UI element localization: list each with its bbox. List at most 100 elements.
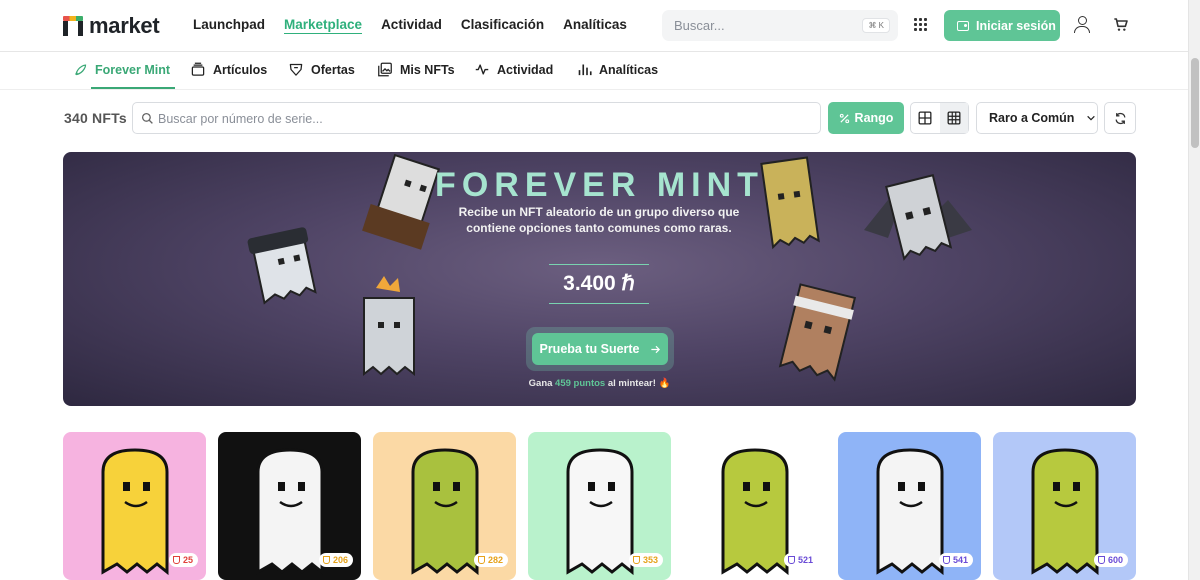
rank-badge: 600: [1093, 553, 1128, 567]
grid-3x3-icon: [947, 111, 961, 125]
forever-mint-banner: FOREVER MINT Recibe un NFT aleatorio de …: [63, 152, 1136, 406]
search-icon: [141, 112, 153, 124]
nav-clasificacion[interactable]: Clasificación: [461, 17, 544, 34]
activity-pulse-icon: [475, 64, 489, 75]
rank-value: 353: [642, 555, 658, 565]
earn-suffix: al mintear! 🔥: [607, 378, 671, 389]
rank-badge: 521: [783, 553, 818, 567]
earn-points: 459 puntos: [555, 378, 606, 389]
main-nav: Launchpad Marketplace Actividad Clasific…: [193, 17, 627, 34]
rank-badge: 353: [628, 553, 663, 567]
view-toggle: [910, 102, 969, 134]
tab-articulos-label: Artículos: [213, 62, 268, 77]
headband-ghost-illustration: [778, 283, 857, 382]
range-filter-button[interactable]: Rango: [828, 102, 904, 134]
items-stack-icon: [191, 62, 205, 76]
active-tab-underline: [91, 87, 175, 89]
grid-2x2-icon: [918, 111, 932, 125]
trophy-icon: [322, 556, 330, 564]
rank-value: 541: [952, 555, 968, 565]
serial-search-placeholder: Buscar por número de serie...: [158, 112, 323, 126]
user-icon[interactable]: [1074, 16, 1090, 34]
rank-value: 206: [332, 555, 348, 565]
cart-icon[interactable]: [1113, 17, 1129, 33]
top-navigation-bar: market Launchpad Marketplace Actividad C…: [0, 0, 1188, 52]
scrollbar-thumb[interactable]: [1191, 58, 1199, 148]
bar-chart-icon: [578, 64, 592, 76]
nft-card[interactable]: 521: [683, 432, 826, 580]
login-button[interactable]: Iniciar sesión: [944, 10, 1060, 41]
tab-analiticas[interactable]: Analíticas: [577, 62, 658, 77]
trophy-icon: [942, 556, 950, 564]
rank-value: 521: [797, 555, 813, 565]
rank-badge: 206: [318, 553, 353, 567]
nav-launchpad[interactable]: Launchpad: [193, 17, 265, 34]
image-gallery-icon: [378, 62, 392, 77]
wallet-icon: [957, 20, 969, 31]
logo-mark-icon: [63, 16, 83, 36]
apps-grid-icon[interactable]: [914, 18, 928, 32]
mint-price: 3.400 ℏ: [549, 264, 649, 304]
sort-select-value: Raro a Común: [989, 111, 1075, 125]
market-logo[interactable]: market: [63, 13, 160, 39]
global-search-input[interactable]: Buscar... ⌘ K: [662, 10, 898, 41]
tab-analiticas-label: Analíticas: [599, 62, 659, 77]
chevron-down-icon: [1087, 115, 1096, 121]
brand-name: market: [89, 13, 160, 38]
earn-points-note: Gana 459 puntos al mintear! 🔥: [63, 378, 1136, 389]
tab-mis-nfts[interactable]: Mis NFTs: [377, 62, 455, 77]
rank-badge: 541: [938, 553, 973, 567]
arrow-right-icon: [650, 345, 660, 353]
nft-card[interactable]: 206: [218, 432, 361, 580]
tab-actividad-label: Actividad: [497, 62, 554, 77]
nft-card[interactable]: 353: [528, 432, 671, 580]
tab-forever-mint[interactable]: Forever Mint: [73, 62, 170, 77]
nav-actividad[interactable]: Actividad: [381, 17, 442, 34]
percent-icon: [839, 113, 849, 123]
tab-ofertas-label: Ofertas: [311, 62, 355, 77]
page-scrollbar[interactable]: [1188, 0, 1200, 580]
nft-card[interactable]: 25: [63, 432, 206, 580]
tab-articulos[interactable]: Artículos: [190, 62, 267, 77]
login-label: Iniciar sesión: [976, 18, 1056, 33]
earn-prefix: Gana: [528, 378, 553, 389]
try-luck-button-glow: Prueba tu Suerte: [526, 327, 674, 371]
serial-search-input[interactable]: Buscar por número de serie...: [132, 102, 821, 134]
nft-count: 340 NFTs: [64, 110, 127, 126]
offer-tag-icon: [289, 63, 303, 76]
search-shortcut-hint: ⌘ K: [862, 18, 890, 33]
small-grid-view-button[interactable]: [939, 103, 968, 133]
trophy-icon: [787, 556, 795, 564]
sort-select[interactable]: Raro a Común: [976, 102, 1098, 134]
nft-card[interactable]: 282: [373, 432, 516, 580]
tab-ofertas[interactable]: Ofertas: [288, 62, 355, 77]
search-placeholder: Buscar...: [674, 18, 725, 33]
trophy-icon: [1097, 556, 1105, 564]
rank-badge: 25: [168, 553, 198, 567]
rank-value: 600: [1107, 555, 1123, 565]
rank-value: 282: [487, 555, 503, 565]
range-filter-label: Rango: [854, 111, 894, 125]
nft-card[interactable]: 541: [838, 432, 981, 580]
rocket-icon: [75, 64, 87, 76]
nav-analiticas[interactable]: Analíticas: [563, 17, 627, 34]
tab-forever-mint-label: Forever Mint: [95, 62, 171, 77]
nft-card-grid: 25 206 282 353 521 541 600: [63, 432, 1136, 580]
tab-actividad[interactable]: Actividad: [474, 62, 553, 77]
trophy-icon: [172, 556, 180, 564]
banner-description: Recibe un NFT aleatorio de un grupo dive…: [458, 205, 740, 235]
rank-value: 25: [182, 555, 193, 565]
try-luck-label: Prueba tu Suerte: [539, 342, 640, 356]
large-grid-view-button[interactable]: [911, 103, 940, 133]
banner-title: FOREVER MINT: [435, 166, 764, 204]
try-luck-button[interactable]: Prueba tu Suerte: [532, 333, 668, 365]
trophy-icon: [632, 556, 640, 564]
trophy-icon: [477, 556, 485, 564]
ghost-with-cap-illustration: [247, 227, 317, 305]
nft-card[interactable]: 600: [993, 432, 1136, 580]
nav-marketplace[interactable]: Marketplace: [284, 17, 363, 34]
rank-badge: 282: [473, 553, 508, 567]
collection-subnav: Forever Mint Artículos Ofertas Mis NFTs …: [0, 52, 1188, 90]
ghost-on-fire-illustration: [363, 276, 415, 377]
refresh-button[interactable]: [1104, 102, 1136, 134]
